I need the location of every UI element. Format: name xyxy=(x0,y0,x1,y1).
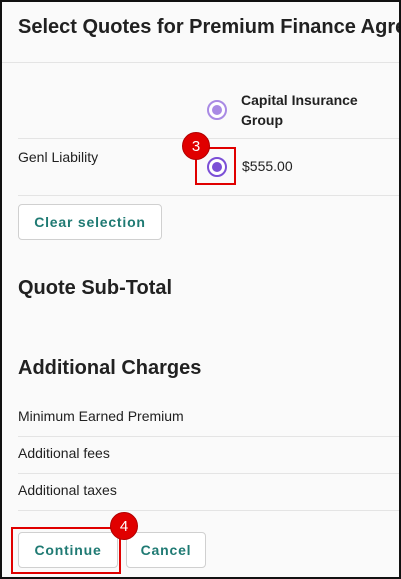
cancel-button[interactable]: Cancel xyxy=(126,532,206,568)
step-3-badge: 3 xyxy=(182,132,210,160)
row-divider xyxy=(18,195,399,196)
quote-line-price: $555.00 xyxy=(242,158,293,174)
dialog-title: Select Quotes for Premium Finance Agree xyxy=(18,16,401,38)
carrier-name: Capital Insurance Group xyxy=(241,92,358,128)
title-divider xyxy=(2,62,399,63)
quote-line-label: Genl Liability xyxy=(18,149,99,165)
row-divider xyxy=(18,510,399,511)
charge-row-label: Minimum Earned Premium xyxy=(18,408,184,424)
charge-row-label: Additional taxes xyxy=(18,482,117,498)
step-4-badge: 4 xyxy=(110,512,138,540)
subtotal-heading: Quote Sub-Total xyxy=(18,277,173,299)
dialog: Select Quotes for Premium Finance Agree … xyxy=(0,0,401,579)
step-4-highlight xyxy=(11,527,121,574)
charge-row-label: Additional fees xyxy=(18,445,110,461)
row-divider xyxy=(18,473,399,474)
row-divider xyxy=(18,436,399,437)
carrier-select-all-radio[interactable] xyxy=(207,100,227,120)
additional-charges-heading: Additional Charges xyxy=(18,357,202,379)
clear-selection-button[interactable]: Clear selection xyxy=(18,204,162,240)
